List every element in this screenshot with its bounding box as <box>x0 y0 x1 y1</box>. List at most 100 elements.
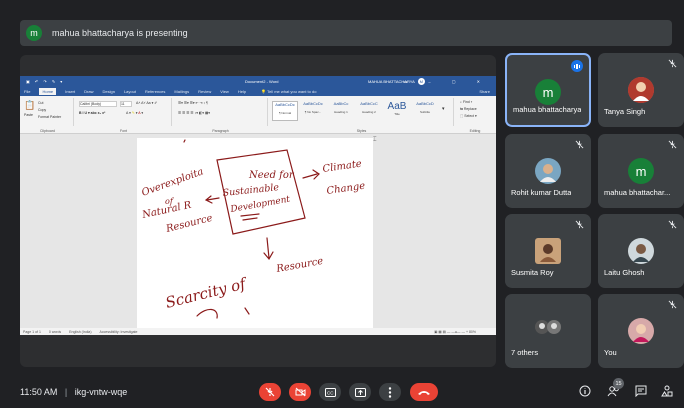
arrow-right-stroke <box>302 169 320 180</box>
more-vert-icon <box>388 386 392 398</box>
align-icons[interactable]: ☰ ☰ ☰ ☰ ↕▾ ◧▾ ▦▾ <box>178 111 210 115</box>
replace-label: Replace <box>463 107 477 111</box>
style-sample: AaB <box>387 101 407 112</box>
mic-off-icon <box>668 140 677 149</box>
mic-off-icon <box>668 300 677 309</box>
chat-button[interactable] <box>634 384 648 398</box>
meeting-details-button[interactable] <box>578 384 592 398</box>
document-page[interactable]: Need for Sustainable Development Overexp… <box>137 138 373 328</box>
style-normal[interactable]: AaBbCcDc ¶ Normal <box>272 101 298 121</box>
mic-off-icon <box>575 140 584 149</box>
paste-icon[interactable]: 📋 <box>24 100 35 111</box>
find-button[interactable]: ⌕ Find ▾ <box>460 100 472 104</box>
format-painter-button[interactable]: Format Painter <box>38 115 61 119</box>
avatar <box>628 77 654 103</box>
style-name: ¶ Normal <box>278 111 292 115</box>
mic-off-icon <box>265 387 275 397</box>
box-line1: Need for <box>248 170 295 181</box>
tell-me-search[interactable]: 💡 Tell me what you want to do <box>261 89 325 94</box>
bold-italic-underline-icons[interactable]: B I U ▾ abc x₂ x² <box>79 111 105 115</box>
hang-up-icon <box>418 390 430 395</box>
activities-icon <box>661 385 673 397</box>
language-status[interactable]: English (India) <box>69 330 91 334</box>
captions-icon: CC <box>324 387 336 397</box>
styles-label: Styles <box>356 129 367 133</box>
mouse-cursor-icon: ⌶ <box>373 137 377 143</box>
participant-name: Laitu Ghosh <box>604 268 645 277</box>
participant-tile-presenter[interactable]: m mahua bhattacharya <box>505 53 591 127</box>
participant-tile-self[interactable]: You <box>598 294 684 368</box>
word-tab[interactable]: View <box>220 89 229 94</box>
more-options-button[interactable] <box>379 383 401 401</box>
participant-tile[interactable]: Rohit kumar Dutta <box>505 134 591 208</box>
cut-button[interactable]: Cut <box>38 101 43 105</box>
shared-screen[interactable]: ▣ ↶ ↷ ✎ ▾ Document2 - Word MAHUA BHATTAC… <box>20 55 496 367</box>
bottom-line1: Scarcity of <box>164 274 250 312</box>
style-subtitle[interactable]: AaBbCcD Subtitle <box>412 101 438 121</box>
mic-toggle-button[interactable] <box>259 383 281 401</box>
word-ribbon: 📋 Paste Cut Copy Format Painter Clipboar… <box>20 96 496 134</box>
participant-tile[interactable]: Laitu Ghosh <box>598 214 684 288</box>
presenting-text: mahua bhattacharya is presenting <box>52 28 188 38</box>
font-size-select[interactable]: 11 <box>120 101 132 107</box>
word-tab[interactable]: Layout <box>124 89 136 94</box>
activities-button[interactable] <box>660 384 674 398</box>
word-tab-active[interactable]: Home <box>39 88 57 95</box>
word-tab[interactable]: Insert <box>65 89 75 94</box>
font-name-select[interactable]: Calibri (Body) <box>79 101 117 107</box>
word-tab[interactable]: File <box>24 89 30 94</box>
participant-name: Rohit kumar Dutta <box>511 188 572 197</box>
leave-call-button[interactable] <box>410 383 438 401</box>
style-heading1[interactable]: AaBbCc Heading 1 <box>328 101 354 121</box>
avatar <box>628 238 654 264</box>
styles-group: AaBbCcDc ¶ Normal AaBbCcDc ¶ No Spac... … <box>270 98 454 133</box>
styles-more-icon[interactable]: ▾ <box>442 106 445 112</box>
style-title[interactable]: AaB Title <box>384 101 410 121</box>
captions-button[interactable]: CC <box>319 383 341 401</box>
accessibility-status[interactable]: Accessibility: Investigate <box>100 330 138 334</box>
participant-tile[interactable]: Susmita Roy <box>505 214 591 288</box>
participant-tile[interactable]: Tanya Singh <box>598 53 684 127</box>
style-sample: AaBbCcDc <box>275 102 295 107</box>
participant-tile-others[interactable]: 7 others <box>505 294 591 368</box>
word-tab[interactable]: References <box>145 89 165 94</box>
paste-label[interactable]: Paste <box>24 113 33 117</box>
word-tab[interactable]: Help <box>238 89 246 94</box>
word-tab[interactable]: Draw <box>84 89 93 94</box>
select-label: Select <box>464 114 475 118</box>
style-name: ¶ No Spac... <box>304 110 322 114</box>
paragraph-group: ☰▾ ☰▾ ☰▾ ⇤ ⇥ ↕ ¶ ☰ ☰ ☰ ☰ ↕▾ ◧▾ ▦▾ Paragr… <box>174 98 268 133</box>
font-label: Font <box>119 129 127 133</box>
style-name: Heading 2 <box>362 110 376 114</box>
replace-button[interactable]: ⇆ Replace <box>460 107 477 111</box>
select-button[interactable]: ⬚ Select ▾ <box>460 114 477 118</box>
participant-name: Tanya Singh <box>604 107 646 116</box>
participant-name: mahua bhattacharya <box>513 105 582 114</box>
mic-off-icon <box>668 220 677 229</box>
avatar <box>628 318 654 344</box>
share-button[interactable]: Share <box>479 89 490 94</box>
tell-me-text: Tell me what you want to do <box>267 89 317 94</box>
avatar: m <box>628 158 654 184</box>
camera-toggle-button[interactable] <box>289 383 311 401</box>
copy-button[interactable]: Copy <box>38 108 46 112</box>
grow-shrink-icons[interactable]: A˄ A˅ Aa ▾ ✐ <box>136 101 157 105</box>
word-tab[interactable]: Mailings <box>174 89 189 94</box>
info-separator: | <box>64 387 68 397</box>
handwriting-ink: Need for Sustainable Development Overexp… <box>140 139 366 319</box>
style-no-spacing[interactable]: AaBbCcDc ¶ No Spac... <box>300 101 326 121</box>
style-heading2[interactable]: AaBbCcC Heading 2 <box>356 101 382 121</box>
participant-tile[interactable]: m mahua bhattachar... <box>598 134 684 208</box>
presenter-avatar: m <box>26 25 42 41</box>
word-tab[interactable]: Review <box>198 89 211 94</box>
presenting-banner: m mahua bhattacharya is presenting <box>20 20 672 46</box>
list-icons[interactable]: ☰▾ ☰▾ ☰▾ ⇤ ⇥ ↕ ¶ <box>178 101 208 105</box>
speaking-indicator-icon <box>571 60 583 72</box>
present-button[interactable] <box>349 383 371 401</box>
word-tab[interactable]: Design <box>102 89 114 94</box>
font-color-icons[interactable]: A ▾ ✎ ▾ A ▾ <box>126 111 143 115</box>
zoom-slider[interactable]: ▣ ▦ ▤ — —●— — + 80% <box>434 330 484 334</box>
word-titlebar: ▣ ↶ ↷ ✎ ▾ Document2 - Word MAHUA BHATTAC… <box>20 76 496 87</box>
participant-name: Susmita Roy <box>511 268 554 277</box>
word-doc-title: Document2 - Word <box>245 79 279 84</box>
